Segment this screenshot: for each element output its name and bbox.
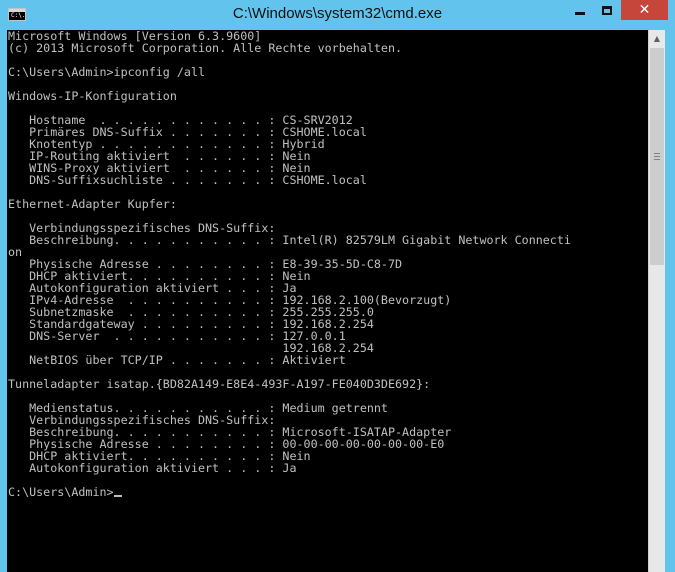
title-bar[interactable]: C:\. C:\Windows\system32\cmd.exe ✕ bbox=[0, 0, 675, 30]
console-line: (c) 2013 Microsoft Corporation. Alle Rec… bbox=[8, 41, 403, 55]
console-line: Windows-IP-Konfiguration bbox=[8, 89, 177, 103]
vertical-scrollbar[interactable]: ▲ bbox=[648, 30, 665, 572]
text-cursor bbox=[113, 495, 122, 497]
close-button[interactable]: ✕ bbox=[621, 0, 668, 20]
console-line: DNS-Suffixsuchliste . . . . . . . : CSHO… bbox=[8, 173, 367, 187]
scroll-up-arrow-icon: ▲ bbox=[653, 34, 661, 43]
thumb-grip-icon bbox=[654, 153, 660, 160]
console-text: Microsoft Windows [Version 6.3.9600] (c)… bbox=[7, 30, 648, 498]
console-output[interactable]: Microsoft Windows [Version 6.3.9600] (c)… bbox=[7, 30, 648, 572]
minimize-button[interactable] bbox=[567, 0, 593, 20]
scrollbar-thumb[interactable] bbox=[650, 48, 664, 265]
scroll-up-button[interactable]: ▲ bbox=[649, 30, 665, 47]
console-line: C:\Users\Admin>ipconfig /all bbox=[8, 65, 206, 79]
maximize-icon bbox=[602, 5, 612, 15]
minimize-icon bbox=[575, 12, 585, 15]
command-prompt: C:\Users\Admin> bbox=[8, 485, 114, 499]
console-line: Autokonfiguration aktiviert . . . : Ja bbox=[8, 461, 297, 475]
console-line: NetBIOS über TCP/IP . . . . . . . : Akti… bbox=[8, 353, 346, 367]
close-icon: ✕ bbox=[638, 2, 651, 18]
window-frame-right bbox=[665, 30, 675, 572]
console-line: Tunneladapter isatap.{BD82A149-E8E4-493F… bbox=[8, 377, 431, 391]
console-line: Beschreibung. . . . . . . . . . . : Inte… bbox=[8, 233, 571, 247]
cmd-window: C:\. C:\Windows\system32\cmd.exe ✕ Micro… bbox=[0, 0, 675, 572]
console-line: Ethernet-Adapter Kupfer: bbox=[8, 197, 177, 211]
maximize-button[interactable] bbox=[594, 0, 620, 20]
